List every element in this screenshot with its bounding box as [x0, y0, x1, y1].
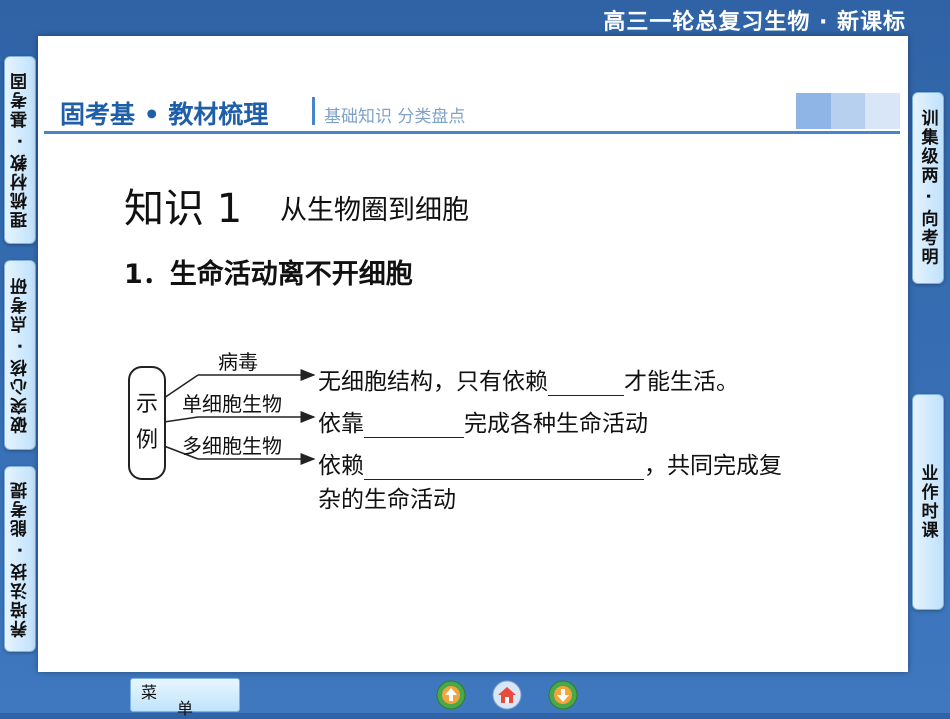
statement-text: 依赖: [318, 453, 364, 479]
tab-core-breakthrough[interactable]: 破突心核 · 点考研: [4, 260, 36, 450]
example-diagram: 示 例 病毒 单细胞生物 多细胞生物 无细胞结构，只有依赖 才能生活。 依靠 完成各…: [128, 348, 828, 548]
statement-text: 依靠: [318, 411, 364, 437]
knowledge-number: 知识 1: [124, 186, 243, 232]
menu-label-2: 单: [177, 699, 194, 718]
tab-homework[interactable]: 业作时课: [912, 394, 944, 610]
course-title: 高三一轮总复习生物 · 新课标: [603, 10, 906, 35]
fill-blank[interactable]: [548, 373, 624, 396]
virus-statement: 无细胞结构，只有依赖 才能生活。: [318, 362, 739, 396]
previous-page-button[interactable]: [436, 680, 466, 710]
tab-label: 训集级两 · 向考明: [917, 109, 938, 267]
fill-blank[interactable]: [364, 457, 644, 480]
unicellular-statement: 依靠 完成各种生命活动: [318, 404, 648, 438]
knowledge-title: 从生物圈到细胞: [280, 195, 469, 226]
section-title: 1．生命活动离不开细胞: [124, 259, 413, 290]
slide-page: 固考基 • 教材梳理 基础知识 分类盘点 知识 1 从生物圈到细胞 1．生命活动…: [38, 36, 908, 672]
multicellular-statement: 依赖 ，共同完成复: [318, 446, 782, 480]
branch-label-virus: 病毒: [218, 350, 258, 374]
arrow-down-icon: [548, 680, 578, 710]
menu-button[interactable]: 菜 单: [130, 678, 240, 718]
tab-label: 理梳材教 · 基考固: [10, 71, 31, 229]
statement-text: ，共同完成复: [644, 453, 782, 479]
statement-text: 无细胞结构，只有依赖: [318, 369, 548, 395]
bracket-char-bottom: 例: [135, 428, 158, 453]
tab-skill-training[interactable]: 养培法技 · 能考提: [4, 466, 36, 652]
menu-label-1: 菜: [141, 683, 158, 702]
next-page-button[interactable]: [548, 680, 578, 710]
section-header: 固考基 • 教材梳理 基础知识 分类盘点: [44, 93, 901, 134]
tab-label: 养培法技 · 能考提: [10, 480, 31, 638]
header-divider: [312, 97, 315, 125]
fill-blank[interactable]: [364, 415, 464, 438]
branch-label-multicellular: 多细胞生物: [182, 434, 282, 458]
statement-text: 才能生活。: [624, 369, 739, 395]
example-bracket: 示 例: [128, 366, 166, 480]
multicellular-statement-line2: 杂的生命活动: [318, 487, 456, 513]
bracket-char-top: 示: [135, 392, 158, 417]
arrow-up-icon: [436, 680, 466, 710]
branch-label-unicellular: 单细胞生物: [182, 392, 282, 416]
home-button[interactable]: [492, 680, 522, 710]
tab-review-textbook[interactable]: 理梳材教 · 基考固: [4, 56, 36, 244]
tab-label: 业作时课: [917, 464, 938, 540]
header-subtitle: 基础知识 分类盘点: [324, 107, 466, 127]
header-underline: [44, 131, 900, 134]
home-icon: [492, 680, 522, 710]
statement-text: 完成各种生命活动: [464, 411, 648, 437]
header-decoration: [796, 93, 901, 129]
header-title: 固考基 • 教材梳理: [60, 100, 269, 129]
tab-exam-direction[interactable]: 训集级两 · 向考明: [912, 92, 944, 284]
tab-label: 破突心核 · 点考研: [10, 276, 31, 434]
